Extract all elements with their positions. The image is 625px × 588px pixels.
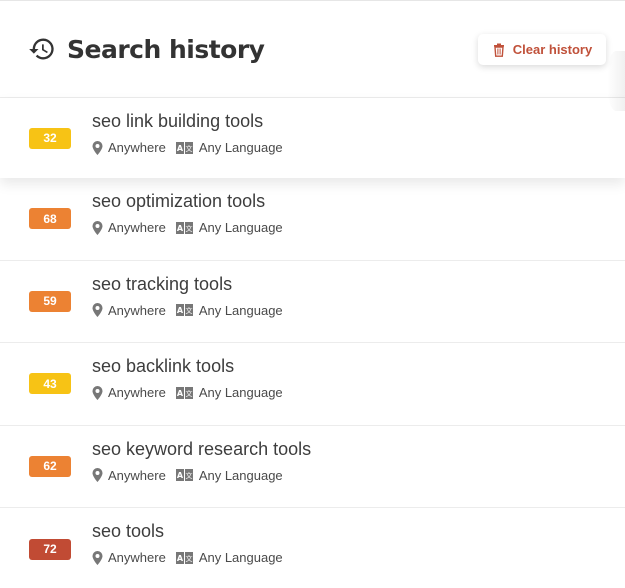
history-item[interactable]: 72 seo tools Anywhere A文 Any Language xyxy=(0,508,625,588)
difficulty-badge: 43 xyxy=(29,373,71,395)
svg-text:文: 文 xyxy=(185,554,192,563)
svg-text:文: 文 xyxy=(185,144,192,153)
location-pin-icon xyxy=(92,220,103,235)
language-icon: A文 xyxy=(175,551,193,564)
language-text: Any Language xyxy=(198,385,283,400)
history-item[interactable]: 62 seo keyword research tools Anywhere A… xyxy=(0,426,625,508)
svg-text:文: 文 xyxy=(185,224,192,233)
history-list: 32 seo link building tools Anywhere A文 A… xyxy=(0,98,625,588)
history-item[interactable]: 68 seo optimization tools Anywhere A文 An… xyxy=(0,178,625,261)
difficulty-badge: 68 xyxy=(29,208,71,230)
location-pin-icon xyxy=(92,140,103,155)
panel-header: Search history Clear history xyxy=(0,1,625,111)
location-text: Anywhere xyxy=(108,385,166,400)
location-text: Anywhere xyxy=(108,220,166,235)
difficulty-badge: 72 xyxy=(29,538,71,560)
language-text: Any Language xyxy=(198,220,283,235)
clear-history-button[interactable]: Clear history xyxy=(478,34,606,65)
svg-text:文: 文 xyxy=(185,306,192,315)
svg-text:A: A xyxy=(177,306,184,315)
language-icon: A文 xyxy=(175,141,193,154)
location-pin-icon xyxy=(92,550,103,565)
difficulty-badge: 62 xyxy=(29,455,71,477)
language-icon: A文 xyxy=(175,221,193,234)
language-text: Any Language xyxy=(198,550,283,565)
language-icon: A文 xyxy=(175,304,193,316)
svg-text:A: A xyxy=(177,554,184,563)
keyword-text: seo tools xyxy=(92,521,165,541)
difficulty-badge: 32 xyxy=(29,127,71,149)
svg-text:文: 文 xyxy=(185,471,192,480)
keyword-text: seo tracking tools xyxy=(92,273,233,294)
history-item[interactable]: 43 seo backlink tools Anywhere A文 Any La… xyxy=(0,343,625,426)
clear-history-label: Clear history xyxy=(512,42,593,57)
location-text: Anywhere xyxy=(108,140,166,155)
page-title: Search history xyxy=(67,34,265,64)
svg-text:A: A xyxy=(177,144,184,153)
language-text: Any Language xyxy=(198,140,283,155)
location-text: Anywhere xyxy=(108,550,166,565)
history-icon xyxy=(28,35,56,63)
location-text: Anywhere xyxy=(108,302,166,318)
history-item[interactable]: 59 seo tracking tools Anywhere A文 Any La… xyxy=(0,261,625,343)
location-pin-icon xyxy=(92,303,103,317)
location-pin-icon xyxy=(92,468,103,482)
keyword-text: seo optimization tools xyxy=(92,191,266,211)
difficulty-badge: 59 xyxy=(29,290,71,312)
language-text: Any Language xyxy=(198,302,283,318)
history-item[interactable]: 32 seo link building tools Anywhere A文 A… xyxy=(0,98,625,178)
svg-text:A: A xyxy=(177,224,184,233)
svg-text:A: A xyxy=(177,471,184,480)
keyword-text: seo backlink tools xyxy=(92,356,235,376)
search-history-panel: Search history Clear history 32 seo link… xyxy=(0,0,625,588)
keyword-text: seo link building tools xyxy=(92,111,264,131)
trash-icon xyxy=(492,43,506,57)
keyword-text: seo keyword research tools xyxy=(92,438,312,459)
language-icon: A文 xyxy=(175,386,193,399)
svg-text:文: 文 xyxy=(185,389,192,398)
svg-text:A: A xyxy=(177,389,184,398)
language-text: Any Language xyxy=(198,467,283,483)
location-text: Anywhere xyxy=(108,467,166,483)
language-icon: A文 xyxy=(175,469,193,481)
location-pin-icon xyxy=(92,385,103,400)
